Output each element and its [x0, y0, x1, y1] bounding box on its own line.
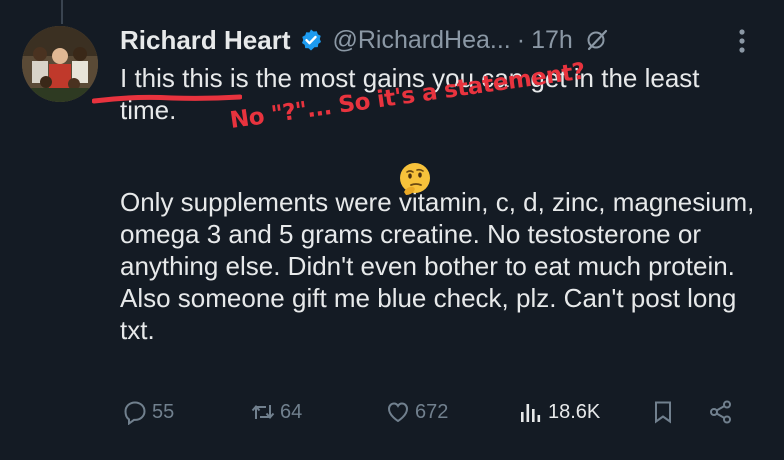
bookmark-icon — [655, 401, 671, 424]
avatar-image — [22, 26, 98, 102]
bookmark-button[interactable] — [650, 394, 676, 430]
thread-line — [61, 0, 63, 24]
reply-icon — [124, 401, 146, 425]
reply-button[interactable]: 55 — [122, 394, 174, 430]
tweet-paragraph-2: Only supplements were vitamin, c, d, zin… — [120, 187, 755, 345]
like-count: 672 — [415, 400, 449, 423]
like-icon — [387, 402, 409, 423]
reply-count: 55 — [152, 400, 175, 423]
share-button[interactable] — [708, 394, 734, 430]
repost-button[interactable]: 64 — [250, 394, 302, 430]
views-count: 18.6K — [548, 400, 601, 423]
author-handle[interactable]: @RichardHea... — [333, 26, 511, 55]
avatar[interactable] — [22, 26, 98, 102]
red-underline-mark — [92, 94, 242, 104]
views-button[interactable]: 18.6K — [518, 394, 600, 430]
separator-dot: · — [516, 25, 526, 54]
thinking-face-emoji — [400, 163, 430, 195]
more-icon[interactable] — [736, 28, 748, 54]
repost-count: 64 — [280, 400, 303, 423]
timestamp[interactable]: 17h — [531, 26, 573, 55]
views-icon — [521, 404, 541, 422]
grok-icon[interactable] — [585, 28, 609, 52]
like-button[interactable]: 672 — [385, 394, 448, 430]
author-name[interactable]: Richard Heart — [120, 25, 291, 56]
verified-badge-icon — [301, 29, 321, 51]
action-bar: 55 64 672 18.6K — [120, 394, 760, 430]
repost-icon — [251, 404, 275, 420]
share-icon — [710, 400, 731, 424]
tweet-header: Richard Heart @RichardHea... · 17h — [120, 22, 609, 58]
